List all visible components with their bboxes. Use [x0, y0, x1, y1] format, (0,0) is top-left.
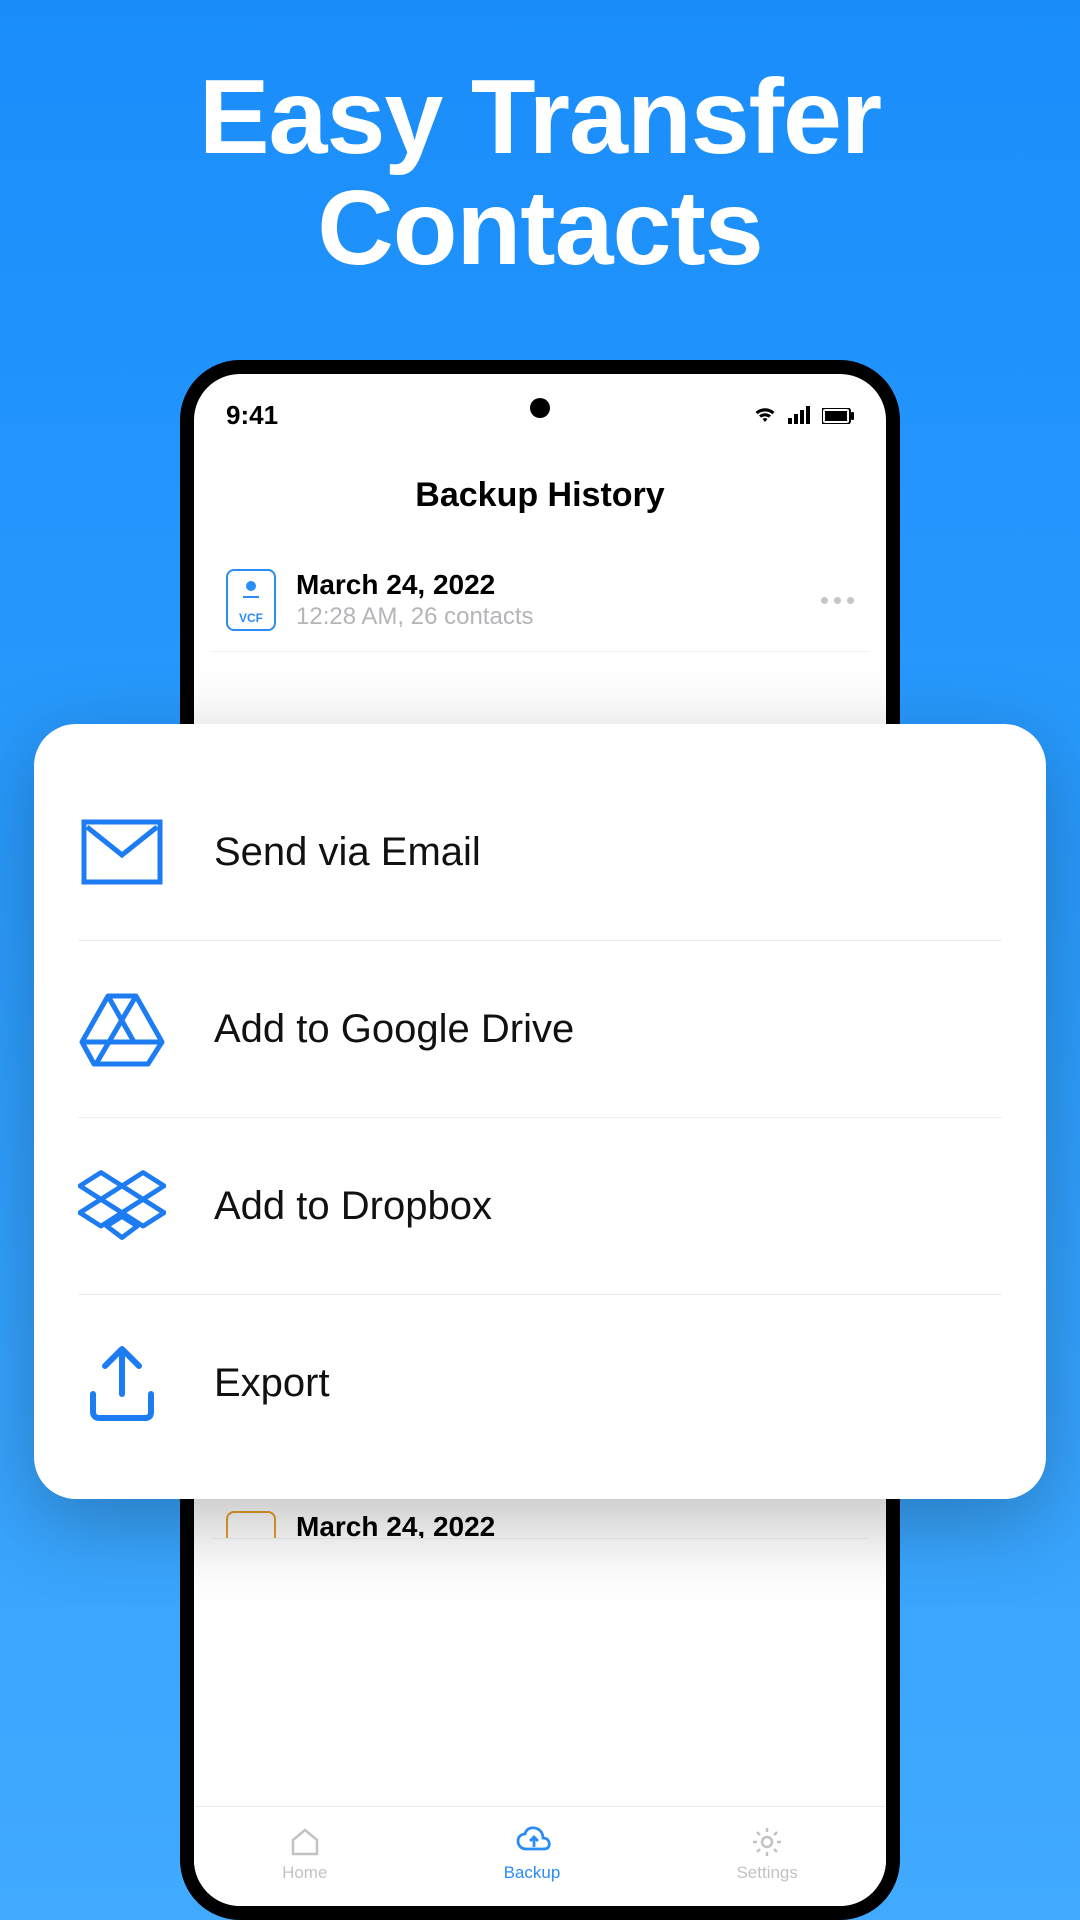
mail-icon: [78, 808, 166, 896]
sheet-item-label: Add to Google Drive: [214, 1007, 574, 1052]
headline-line-2: Contacts: [0, 173, 1080, 284]
wifi-icon: [752, 400, 778, 431]
battery-icon: [822, 400, 854, 431]
home-icon: [288, 1825, 322, 1859]
add-dropbox-button[interactable]: Add to Dropbox: [78, 1118, 1002, 1295]
cellular-icon: [788, 400, 812, 431]
sheet-item-label: Add to Dropbox: [214, 1184, 492, 1229]
export-button[interactable]: Export: [78, 1295, 1002, 1471]
backup-item-date: March 24, 2022: [296, 1511, 854, 1539]
more-icon[interactable]: [821, 597, 854, 604]
backup-item-date: March 24, 2022: [296, 569, 801, 601]
backup-item-sub: 12:28 AM, 26 contacts: [296, 603, 801, 631]
tab-backup[interactable]: Backup: [504, 1825, 561, 1883]
share-action-sheet: Send via Email Add to Google Drive Add t…: [34, 724, 1046, 1499]
add-google-drive-button[interactable]: Add to Google Drive: [78, 941, 1002, 1118]
export-icon: [78, 1339, 166, 1427]
sheet-item-label: Export: [214, 1361, 330, 1406]
send-email-button[interactable]: Send via Email: [78, 764, 1002, 941]
gear-icon: [750, 1825, 784, 1859]
marketing-headline: Easy Transfer Contacts: [0, 0, 1080, 285]
backup-item-text: March 24, 2022: [296, 1511, 854, 1539]
backup-item-text: March 24, 2022 12:28 AM, 26 contacts: [296, 569, 801, 631]
tab-settings[interactable]: Settings: [736, 1825, 797, 1883]
cloud-backup-icon: [515, 1825, 549, 1859]
vcf-file-icon: VCF: [226, 569, 276, 631]
dropbox-icon: [78, 1162, 166, 1250]
status-right: [752, 400, 854, 431]
backup-item[interactable]: VCF March 24, 2022 12:28 AM, 26 contacts: [212, 549, 868, 652]
headline-line-1: Easy Transfer: [0, 62, 1080, 173]
status-time: 9:41: [226, 400, 278, 431]
backup-item[interactable]: March 24, 2022: [212, 1495, 868, 1539]
sheet-item-label: Send via Email: [214, 830, 481, 875]
google-drive-icon: [78, 985, 166, 1073]
tab-bar: Home Backup Settings: [194, 1806, 886, 1906]
tab-home[interactable]: Home: [282, 1825, 327, 1883]
file-icon: [226, 1511, 276, 1539]
camera-dot: [530, 398, 550, 418]
page-title: Backup History: [194, 434, 886, 549]
